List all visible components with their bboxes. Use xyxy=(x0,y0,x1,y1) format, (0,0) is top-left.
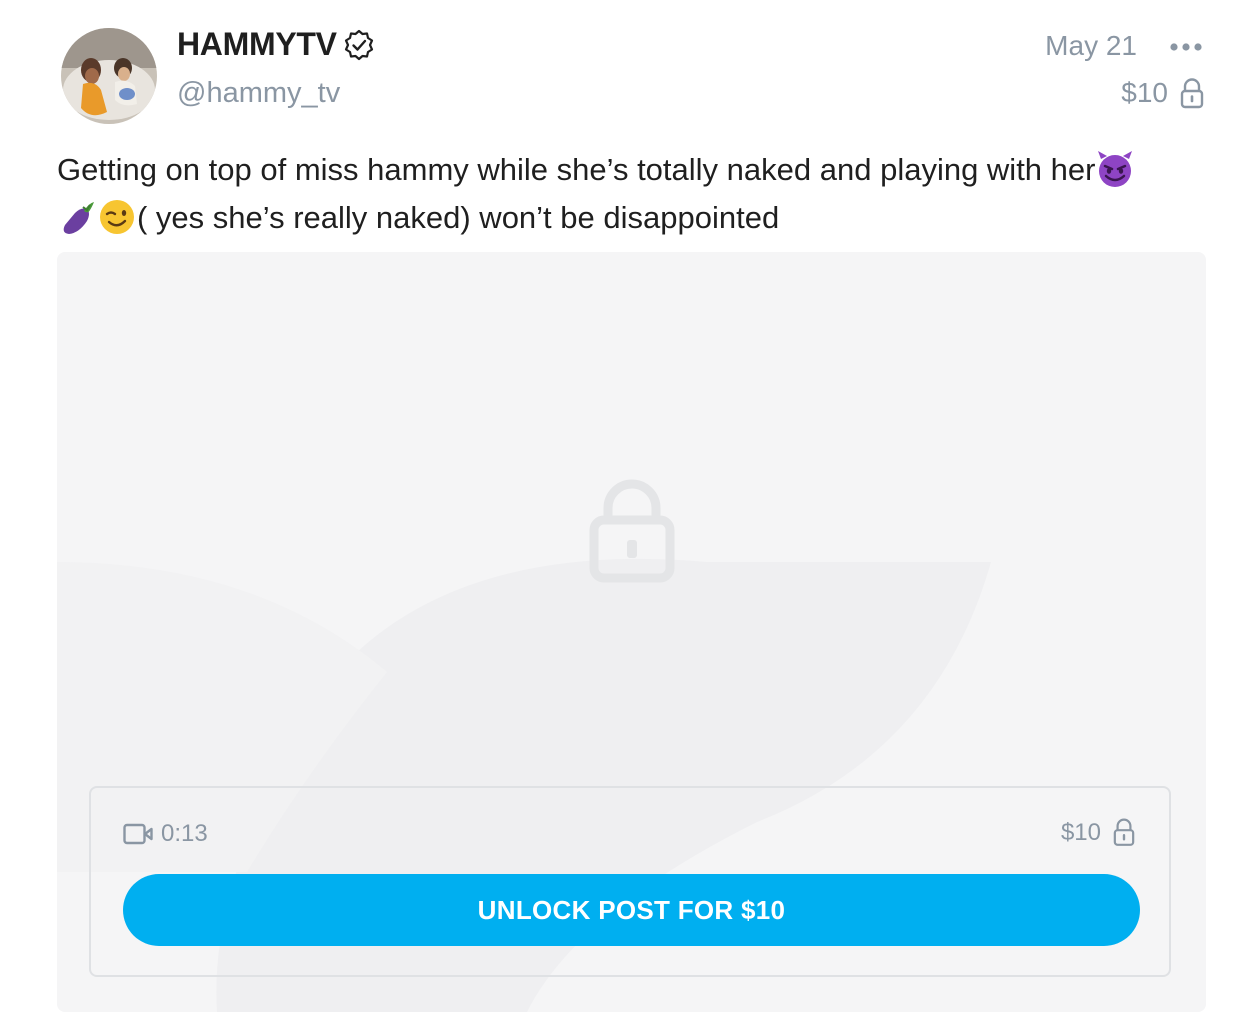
author-display-name[interactable]: HAMMYTV xyxy=(177,26,337,63)
duration-label: 0:13 xyxy=(161,820,208,847)
verified-badge-icon xyxy=(343,29,375,61)
post-price: $10 xyxy=(1121,77,1204,109)
author-handle[interactable]: @hammy_tv xyxy=(177,77,340,110)
more-options-icon[interactable] xyxy=(1168,34,1204,58)
media-duration: 0:13 xyxy=(123,820,208,848)
media-price: $10 xyxy=(1061,817,1137,849)
author-name-row[interactable]: HAMMYTV xyxy=(177,26,375,63)
video-camera-icon xyxy=(123,823,153,845)
unlock-post-button[interactable]: UNLOCK POST FOR $10 xyxy=(123,874,1140,946)
unlock-panel: 0:13 $10 UNLOCK POST FOR $10 xyxy=(89,786,1171,977)
eggplant-emoji xyxy=(57,197,97,237)
lock-icon xyxy=(1180,77,1204,109)
avatar[interactable] xyxy=(61,28,157,124)
winking-face-emoji xyxy=(97,197,137,237)
media-price-label: $10 xyxy=(1060,819,1101,846)
post-card: HAMMYTV @hammy_tv May 21 $10 Getting on … xyxy=(0,0,1234,1026)
post-date[interactable]: May 21 xyxy=(1045,30,1137,62)
lock-icon xyxy=(589,472,675,584)
locked-media: 0:13 $10 UNLOCK POST FOR $10 xyxy=(57,252,1206,1012)
lock-icon xyxy=(1113,817,1137,849)
caption-line-2: ( yes she’s really naked) won’t be disap… xyxy=(137,200,780,235)
smiling-imp-emoji xyxy=(1095,149,1135,189)
post-caption: Getting on top of miss hammy while she’s… xyxy=(57,146,1197,242)
caption-line-1: Getting on top of miss hammy while she’s… xyxy=(57,152,1096,187)
post-price-label: $10 xyxy=(1121,77,1168,108)
